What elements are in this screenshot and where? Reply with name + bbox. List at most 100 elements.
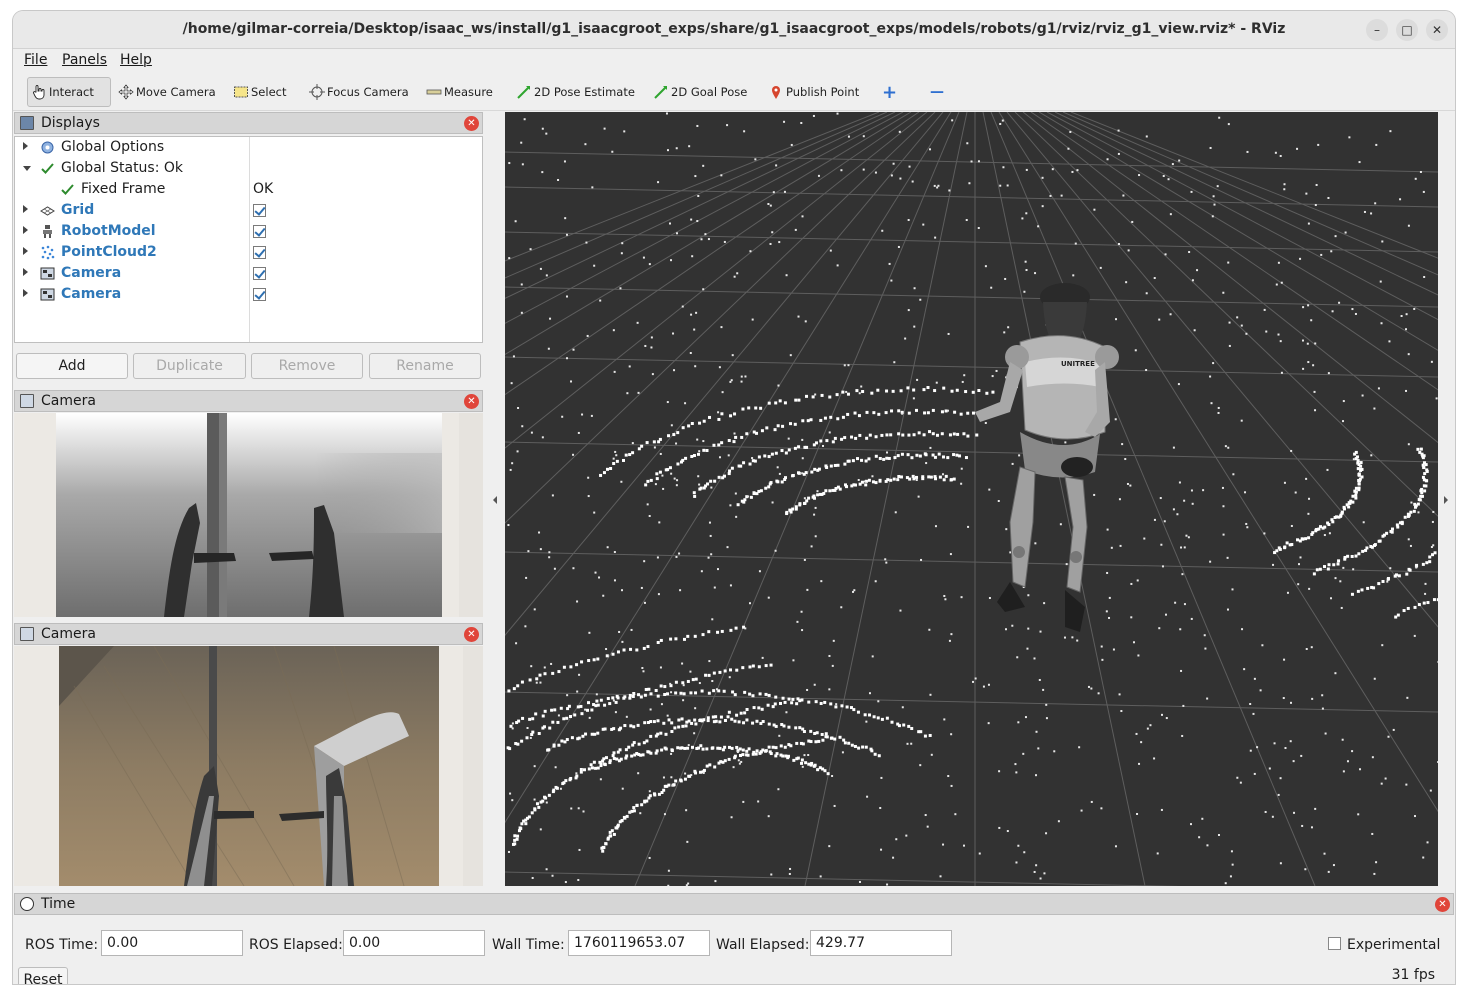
wall-time-field[interactable]: 1760119653.07: [568, 930, 710, 956]
point: [605, 648, 608, 651]
expand-arrow-icon[interactable]: [23, 205, 28, 213]
point: [1051, 168, 1054, 171]
expand-arrow-icon[interactable]: [23, 289, 28, 297]
point: [959, 412, 963, 416]
expand-arrow-icon[interactable]: [23, 142, 28, 150]
tree-row-robotmodel[interactable]: RobotModel: [15, 221, 482, 242]
ros-time-field[interactable]: 0.00: [101, 930, 243, 956]
tree-row-grid[interactable]: Grid: [15, 200, 482, 221]
point: [1190, 617, 1193, 620]
point: [1377, 582, 1381, 586]
rename-display-button[interactable]: Rename: [369, 353, 481, 379]
time-title: Time: [41, 896, 76, 912]
collapse-right-arrow-icon[interactable]: [1444, 496, 1448, 504]
experimental-checkbox[interactable]: [1328, 937, 1341, 950]
duplicate-display-button[interactable]: Duplicate: [133, 353, 246, 379]
point: [1130, 582, 1133, 585]
remove-tool-button[interactable]: —: [927, 77, 947, 107]
minimize-button[interactable]: –: [1366, 19, 1388, 41]
close-camera-2-icon[interactable]: ✕: [464, 627, 479, 642]
point: [603, 127, 606, 130]
tree-row-pointcloud2[interactable]: PointCloud2: [15, 242, 482, 263]
pose-estimate-tool-button[interactable]: 2D Pose Estimate: [513, 77, 638, 107]
close-time-icon[interactable]: ✕: [1435, 897, 1450, 912]
point: [613, 551, 616, 554]
map-pin-icon: [768, 84, 784, 100]
goal-pose-tool-button[interactable]: 2D Goal Pose: [650, 77, 750, 107]
camera-view-rgb[interactable]: [14, 646, 483, 886]
point: [1307, 361, 1310, 364]
point: [612, 329, 615, 332]
time-panel-header: Time ✕: [14, 893, 1454, 915]
ros-elapsed-field[interactable]: 0.00: [343, 930, 485, 956]
wall-elapsed-field[interactable]: 429.77: [810, 930, 952, 956]
collapse-arrow-icon[interactable]: [23, 166, 31, 171]
point: [1307, 304, 1310, 307]
focus-camera-tool-button[interactable]: Focus Camera: [306, 77, 412, 107]
close-camera-1-icon[interactable]: ✕: [464, 394, 479, 409]
tree-row-fixed-frame[interactable]: Fixed Frame OK: [15, 179, 482, 200]
point: [833, 804, 836, 807]
point: [631, 451, 635, 455]
expand-arrow-icon[interactable]: [23, 226, 28, 234]
menu-panels[interactable]: Panels: [62, 52, 107, 68]
point: [713, 765, 717, 769]
remove-display-button[interactable]: Remove: [251, 353, 363, 379]
tree-row-global-options[interactable]: Global Options: [15, 137, 482, 158]
pointcloud2-checkbox[interactable]: [253, 246, 266, 259]
grid-checkbox[interactable]: [253, 204, 266, 217]
expand-arrow-icon[interactable]: [23, 268, 28, 276]
reset-button[interactable]: Reset: [18, 967, 68, 984]
point: [632, 809, 636, 813]
point: [1190, 489, 1193, 492]
point: [998, 826, 1001, 829]
tree-row-camera-1[interactable]: Camera: [15, 263, 482, 284]
measure-tool-button[interactable]: Measure: [423, 77, 496, 107]
point: [612, 457, 615, 460]
add-display-button[interactable]: Add: [16, 353, 128, 379]
point: [709, 534, 712, 537]
menu-help[interactable]: Help: [120, 52, 152, 68]
point: [738, 762, 741, 765]
menu-file[interactable]: File: [24, 52, 47, 68]
3d-render-viewport[interactable]: UNITREE: [505, 112, 1438, 886]
point: [1279, 777, 1282, 780]
point: [899, 177, 902, 180]
point: [783, 700, 787, 704]
point: [1227, 261, 1230, 264]
point: [781, 424, 785, 428]
wall-elapsed-label: Wall Elapsed:: [716, 937, 810, 953]
point: [1286, 591, 1289, 594]
robotmodel-checkbox[interactable]: [253, 225, 266, 238]
point: [853, 483, 857, 487]
move-camera-tool-button[interactable]: Move Camera: [115, 77, 219, 107]
point: [586, 708, 590, 712]
point: [551, 671, 555, 675]
maximize-button[interactable]: □: [1396, 19, 1418, 41]
point: [1231, 588, 1234, 591]
tree-row-global-status[interactable]: Global Status: Ok: [15, 158, 482, 179]
point: [1183, 546, 1186, 549]
camera-view-depth[interactable]: [14, 413, 483, 617]
point: [1253, 772, 1256, 775]
expand-arrow-icon[interactable]: [23, 247, 28, 255]
point: [796, 756, 800, 760]
tree-row-camera-2[interactable]: Camera: [15, 284, 482, 305]
point: [643, 601, 646, 604]
collapse-left-arrow-icon[interactable]: [493, 496, 497, 504]
close-displays-icon[interactable]: ✕: [464, 116, 479, 131]
point: [671, 784, 674, 787]
point: [884, 558, 887, 561]
interact-tool-button[interactable]: Interact: [27, 77, 111, 107]
camera-2-checkbox[interactable]: [253, 288, 266, 301]
close-window-button[interactable]: ✕: [1426, 19, 1448, 41]
point: [615, 757, 619, 761]
point: [1212, 362, 1215, 365]
point: [708, 415, 712, 419]
point: [926, 411, 930, 415]
publish-point-tool-button[interactable]: Publish Point: [765, 77, 862, 107]
add-tool-button[interactable]: +: [879, 77, 900, 107]
select-tool-button[interactable]: Select: [230, 77, 289, 107]
point: [656, 640, 660, 644]
camera-1-checkbox[interactable]: [253, 267, 266, 280]
